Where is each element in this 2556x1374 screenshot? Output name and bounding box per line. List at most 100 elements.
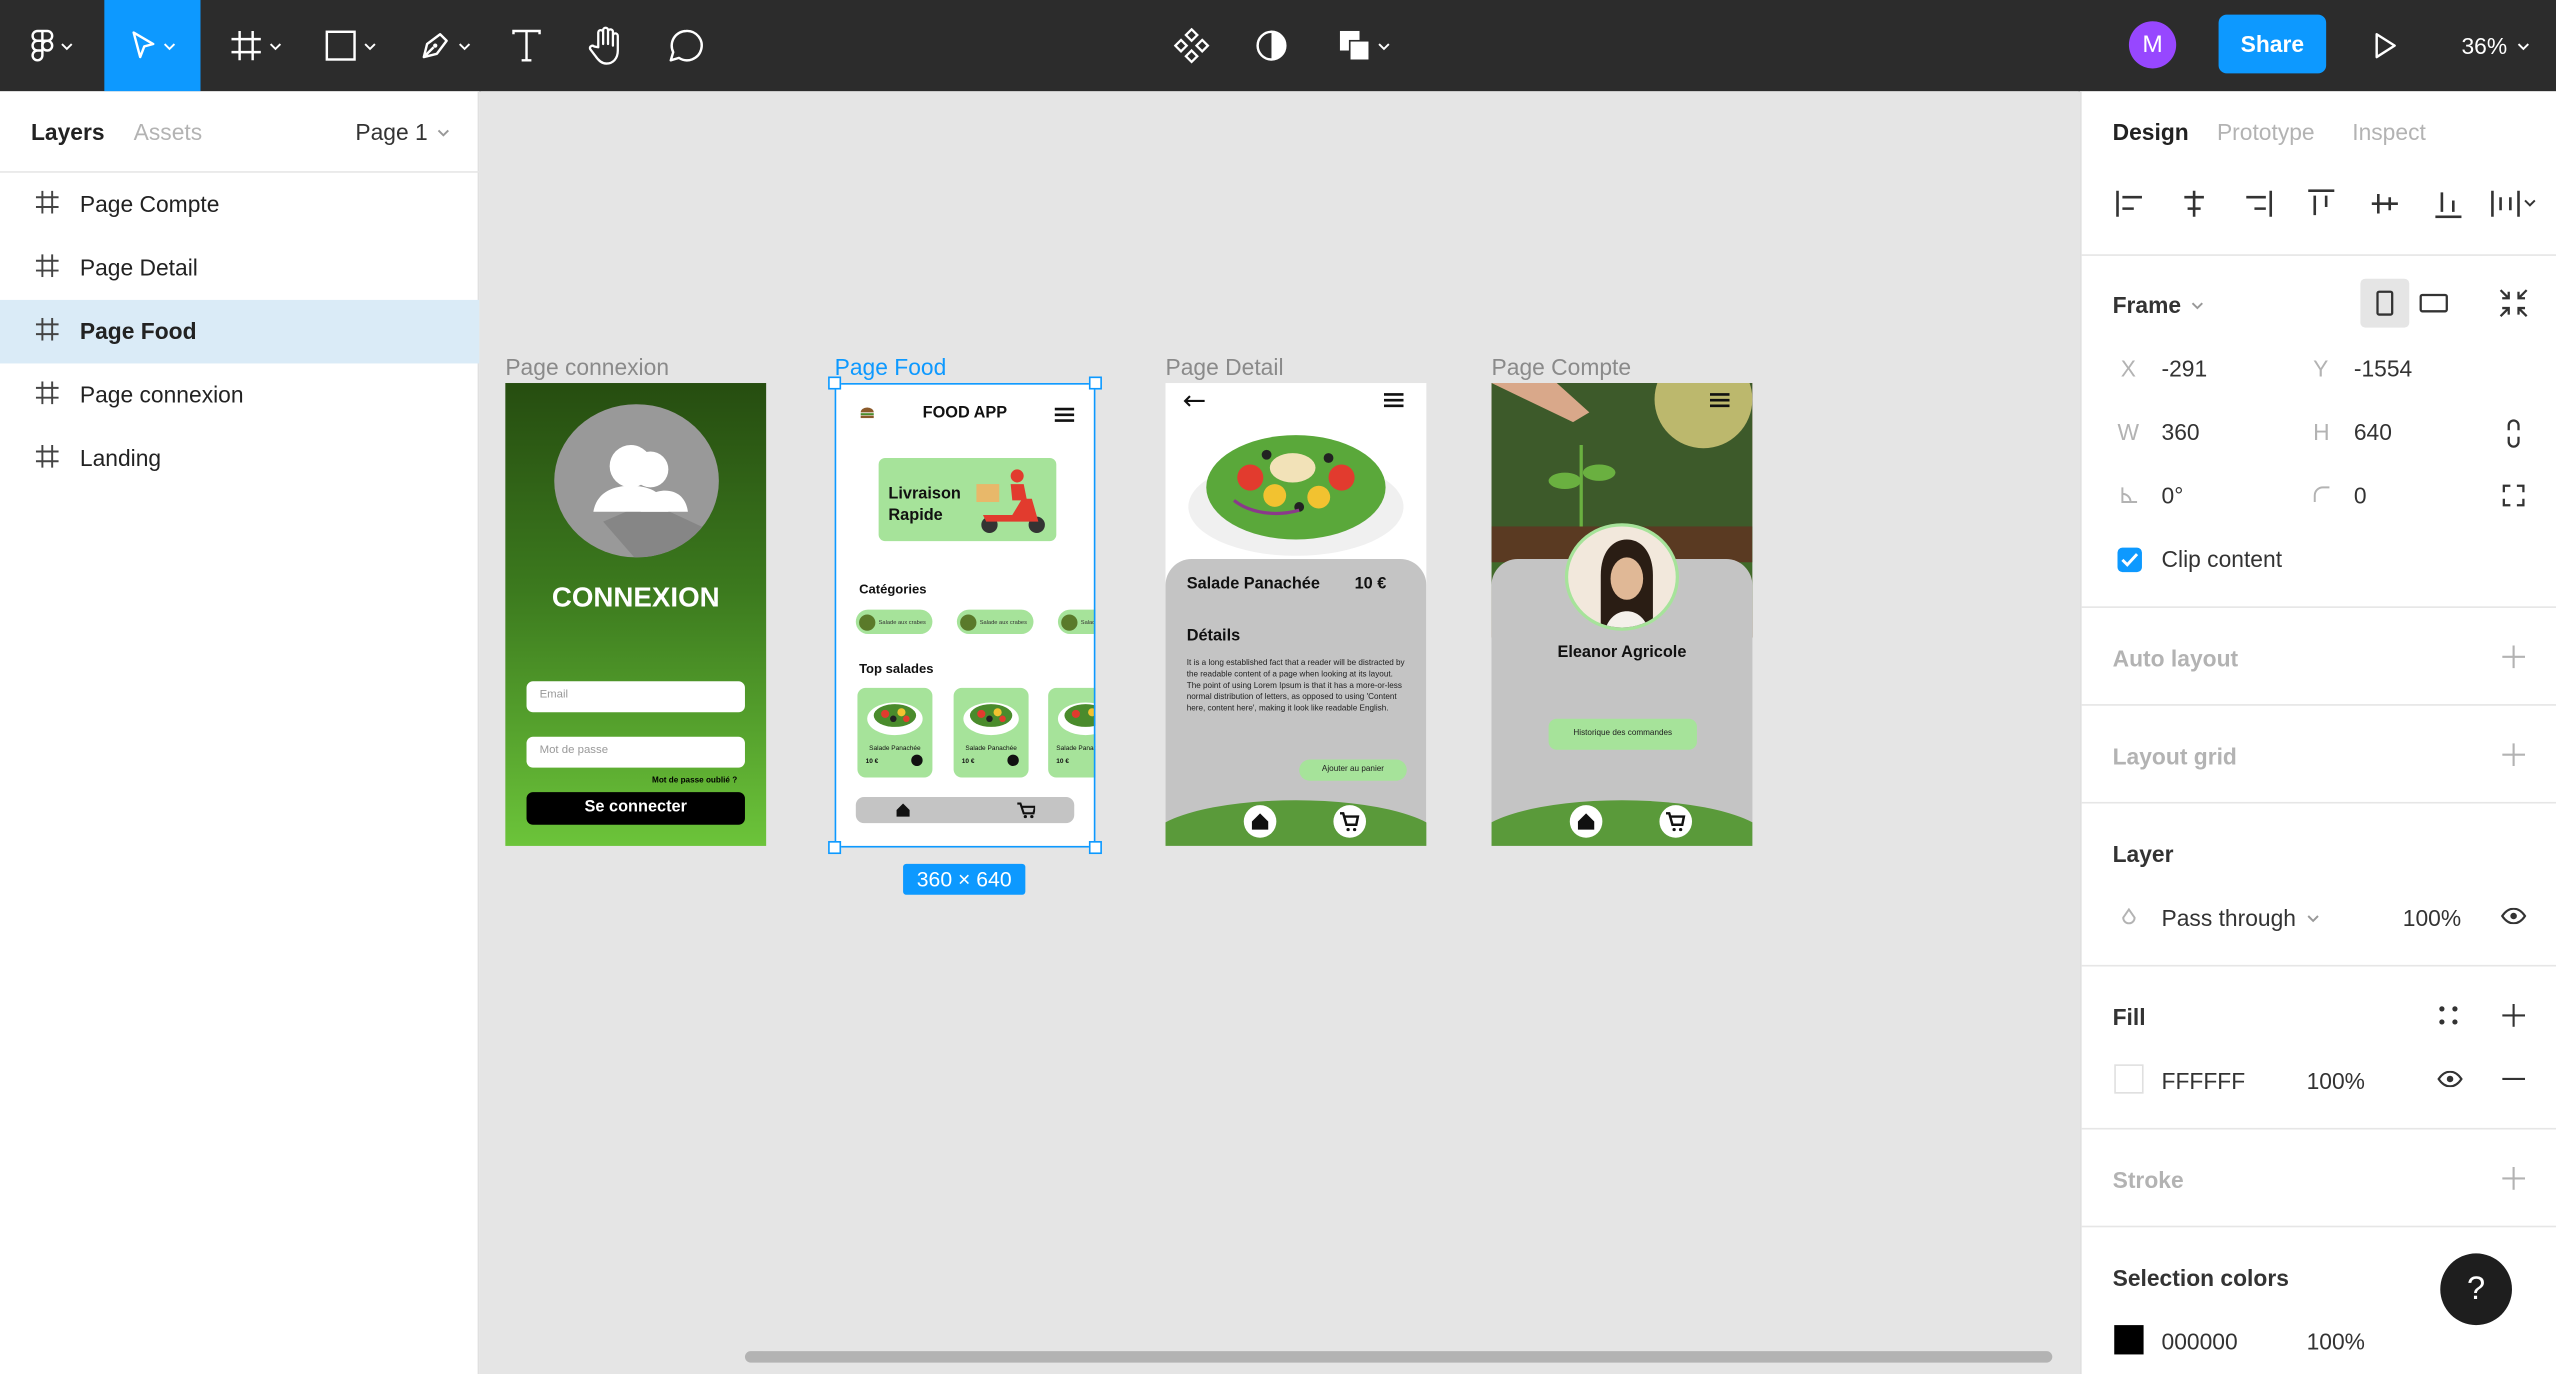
- layer-item-landing[interactable]: Landing: [0, 427, 479, 491]
- home-button[interactable]: [1569, 805, 1603, 838]
- align-right-icon[interactable]: [2243, 189, 2273, 218]
- rotation-input[interactable]: 0°: [2162, 482, 2184, 508]
- add-layout-grid-icon[interactable]: [2502, 743, 2526, 767]
- add-auto-layout-icon[interactable]: [2502, 645, 2526, 669]
- selection-color-hex[interactable]: 000000: [2162, 1328, 2238, 1354]
- y-input[interactable]: -1554: [2354, 355, 2412, 381]
- share-button[interactable]: Share: [2218, 14, 2327, 74]
- layer-opacity-input[interactable]: 100%: [2403, 905, 2461, 931]
- comment-icon: [669, 29, 703, 62]
- rotation-icon: [2121, 487, 2138, 503]
- clip-content-checkbox[interactable]: [2117, 547, 2142, 573]
- cart-button[interactable]: [1659, 805, 1693, 838]
- menu-icon[interactable]: [1709, 393, 1730, 408]
- constrain-proportions-icon[interactable]: [2505, 419, 2521, 448]
- tab-assets[interactable]: Assets: [134, 119, 202, 145]
- styles-grid-icon[interactable]: [2439, 1006, 2459, 1026]
- tab-layers[interactable]: Layers: [31, 119, 105, 145]
- selection-color-opacity[interactable]: 100%: [2307, 1328, 2365, 1354]
- y-label: Y: [2313, 355, 2329, 382]
- salad-price: 10 €: [1354, 575, 1387, 594]
- boolean-ops-button[interactable]: [1325, 0, 1403, 91]
- portrait-toggle[interactable]: [2360, 278, 2410, 328]
- canvas[interactable]: Page connexion CONNEXION Email Mot de pa…: [480, 91, 2079, 1374]
- help-button[interactable]: ?: [2440, 1253, 2512, 1326]
- blend-mode-dropdown[interactable]: Pass through: [2162, 905, 2319, 931]
- corner-radius-icon: [2313, 486, 2330, 503]
- size-badge: 360 × 640: [903, 863, 1026, 895]
- forgot-password-link[interactable]: Mot de passe oublié ?: [652, 776, 737, 786]
- main-menu-button[interactable]: [16, 0, 88, 91]
- eye-icon[interactable]: [2500, 907, 2527, 925]
- add-stroke-icon[interactable]: [2502, 1167, 2526, 1190]
- password-field[interactable]: Mot de passe: [526, 736, 745, 768]
- order-history-button[interactable]: Historique des commandes: [1548, 718, 1697, 750]
- fill-opacity-input[interactable]: 100%: [2307, 1068, 2365, 1094]
- hand-tool-button[interactable]: [577, 0, 636, 91]
- email-field[interactable]: Email: [526, 681, 745, 713]
- layer-item-page-detail[interactable]: Page Detail: [0, 236, 479, 300]
- contrast-button[interactable]: [1242, 0, 1301, 91]
- resize-handle[interactable]: [1088, 841, 1102, 855]
- align-bottom-icon[interactable]: [2434, 189, 2463, 219]
- components-button[interactable]: [1162, 0, 1221, 91]
- tab-inspect[interactable]: Inspect: [2352, 119, 2426, 145]
- frame-label-connexion[interactable]: Page connexion: [505, 354, 669, 380]
- align-vertical-center-icon[interactable]: [2370, 189, 2399, 218]
- resize-to-fit-icon[interactable]: [2499, 288, 2528, 318]
- pen-tool-button[interactable]: [408, 0, 483, 91]
- selection-color-swatch[interactable]: [2114, 1325, 2144, 1355]
- frame-type-dropdown[interactable]: Frame: [2113, 292, 2204, 318]
- move-tool-button[interactable]: [104, 0, 201, 92]
- shape-tool-button[interactable]: [313, 0, 388, 91]
- resize-handle[interactable]: [1088, 376, 1102, 390]
- frame-page-connexion[interactable]: CONNEXION Email Mot de passe Mot de pass…: [505, 383, 767, 846]
- chevron-down-icon: [458, 42, 471, 50]
- align-top-icon[interactable]: [2307, 189, 2336, 218]
- align-left-icon[interactable]: [2116, 189, 2145, 218]
- login-button[interactable]: Se connecter: [526, 792, 745, 825]
- tab-design[interactable]: Design: [2113, 119, 2189, 145]
- independent-corners-icon[interactable]: [2502, 484, 2525, 507]
- x-input[interactable]: -291: [2162, 355, 2208, 381]
- horizontal-scrollbar[interactable]: [744, 1351, 2053, 1363]
- layer-item-page-food[interactable]: Page Food: [0, 299, 480, 364]
- radius-input[interactable]: 0: [2354, 482, 2367, 508]
- eye-icon[interactable]: [2437, 1070, 2463, 1088]
- frame-tool-button[interactable]: [217, 0, 295, 91]
- resize-handle[interactable]: [828, 841, 842, 855]
- height-input[interactable]: 640: [2354, 419, 2392, 445]
- distribute-icon[interactable]: [2491, 189, 2537, 218]
- frame-page-compte[interactable]: Eleanor Agricole Historique des commande…: [1491, 383, 1753, 846]
- selection-box[interactable]: [834, 383, 1096, 848]
- salad-hero-image: [1188, 435, 1404, 556]
- frame-label-food[interactable]: Page Food: [835, 354, 947, 380]
- zoom-dropdown[interactable]: 36%: [2461, 0, 2530, 91]
- add-to-cart-button[interactable]: Ajouter au panier: [1299, 759, 1407, 781]
- align-horizontal-center-icon[interactable]: [2179, 189, 2208, 218]
- h-label: H: [2313, 418, 2330, 445]
- fill-hex-input[interactable]: FFFFFF: [2162, 1068, 2246, 1094]
- fill-swatch[interactable]: [2114, 1064, 2144, 1094]
- chevron-down-icon: [364, 42, 376, 50]
- remove-fill-icon[interactable]: [2502, 1077, 2526, 1081]
- present-button[interactable]: [2360, 0, 2409, 91]
- width-input[interactable]: 360: [2162, 419, 2200, 445]
- page-selector[interactable]: Page 1: [355, 119, 450, 145]
- tab-prototype[interactable]: Prototype: [2217, 119, 2315, 145]
- add-fill-icon[interactable]: [2502, 1004, 2526, 1027]
- comment-tool-button[interactable]: [657, 0, 716, 91]
- frame-label-detail[interactable]: Page Detail: [1166, 354, 1284, 380]
- landscape-icon[interactable]: [2419, 292, 2448, 315]
- layer-item-page-connexion[interactable]: Page connexion: [0, 363, 479, 427]
- zoom-level: 36%: [2461, 32, 2508, 59]
- user-avatar[interactable]: M: [2128, 21, 2177, 69]
- home-button[interactable]: [1243, 805, 1277, 838]
- resize-handle[interactable]: [828, 376, 842, 390]
- left-panel-tabs: Layers Assets Page 1: [0, 91, 480, 173]
- cart-button[interactable]: [1333, 805, 1367, 838]
- frame-label-compte[interactable]: Page Compte: [1492, 354, 1632, 380]
- layer-item-page-compte[interactable]: Page Compte: [0, 173, 479, 237]
- frame-page-detail[interactable]: Salade Panachée 10 € Détails It is a lon…: [1165, 383, 1427, 846]
- text-tool-button[interactable]: [499, 0, 554, 91]
